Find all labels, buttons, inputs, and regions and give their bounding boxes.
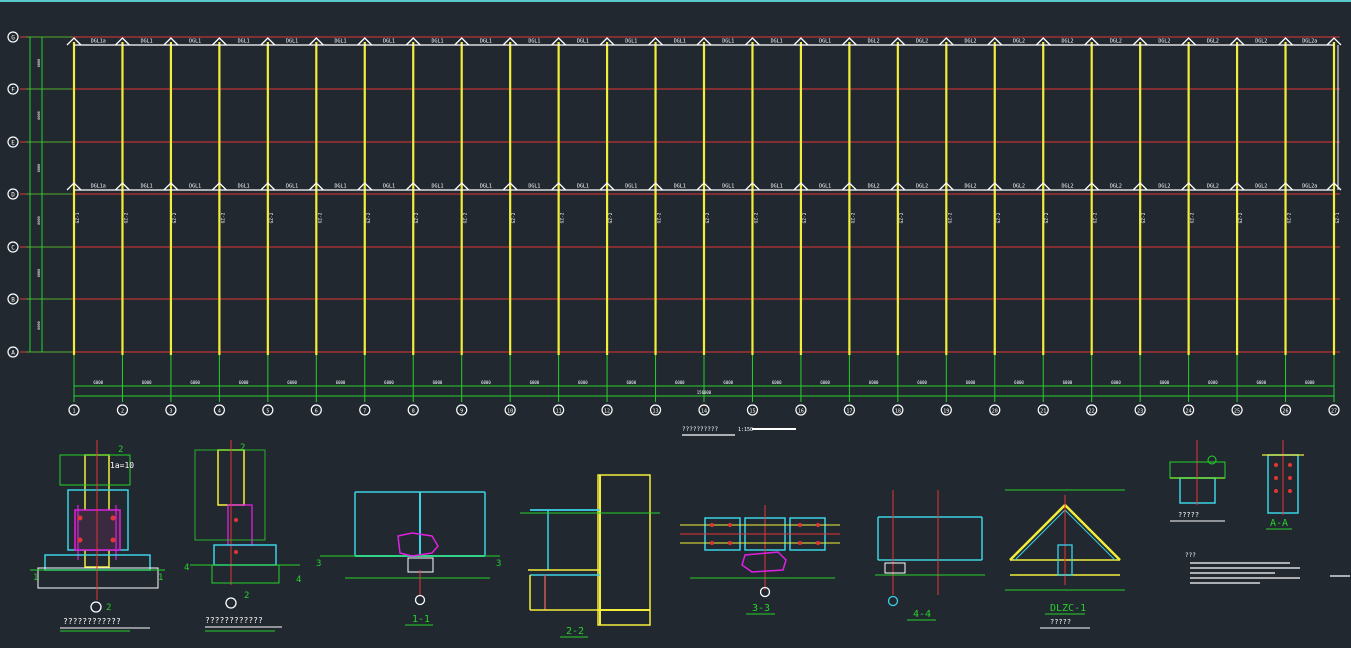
section-mark-2-bottom: 2 bbox=[106, 603, 111, 613]
dlzc-title: DLZC-1 bbox=[1050, 603, 1086, 614]
section-4-4: 4-4 bbox=[875, 490, 985, 621]
dlzc-subtitle: ????? bbox=[1050, 618, 1071, 626]
detail-1-title: ???????????? bbox=[63, 617, 121, 626]
detail-column-base-2: 2 4 4 2 ???????????? bbox=[184, 440, 301, 632]
section-mark-2-bot-b: 2 bbox=[244, 591, 249, 601]
detail-small-connection: ????? bbox=[1169, 440, 1226, 522]
section-mark-3-left: 3 bbox=[316, 559, 321, 569]
plate-label: 1a=10 bbox=[110, 461, 134, 470]
section-1-1-title: 1-1 bbox=[412, 614, 430, 625]
section-mark-4-right: 4 bbox=[296, 575, 301, 585]
section-mark-1-right: 1 bbox=[158, 573, 163, 583]
detail-section-a-a: A-A bbox=[1262, 440, 1304, 530]
section-1-1: 1-1 3 3 bbox=[316, 491, 501, 626]
section-mark-3-right: 3 bbox=[496, 559, 501, 569]
section-mark-2-top: 2 bbox=[118, 445, 123, 455]
section-mark-1-left: 1 bbox=[33, 573, 38, 583]
aa-title: A-A bbox=[1270, 518, 1288, 529]
section-mark-2-top-b: 2 bbox=[240, 443, 245, 453]
section-2-2-title: 2-2 bbox=[566, 626, 584, 637]
section-3-3: 3-3 bbox=[680, 505, 840, 615]
detail-drawings: 1a=10 2 2 1 1 ???????????? 2 4 4 2 ?????… bbox=[30, 440, 1350, 638]
detail-2-title: ???????????? bbox=[205, 616, 263, 625]
section-2-2: 2-2 bbox=[520, 474, 660, 638]
general-notes: ??? bbox=[1185, 552, 1350, 584]
notes-heading: ??? bbox=[1185, 552, 1196, 559]
small-detail-title: ????? bbox=[1178, 511, 1199, 519]
section-4-4-title: 4-4 bbox=[913, 609, 931, 620]
section-mark-4-left: 4 bbox=[184, 563, 189, 573]
detail-column-base-1: 1a=10 2 2 1 1 ???????????? bbox=[30, 440, 165, 632]
section-3-3-title: 3-3 bbox=[752, 603, 770, 614]
detail-dlzc-1: DLZC-1 ????? bbox=[1005, 489, 1125, 629]
